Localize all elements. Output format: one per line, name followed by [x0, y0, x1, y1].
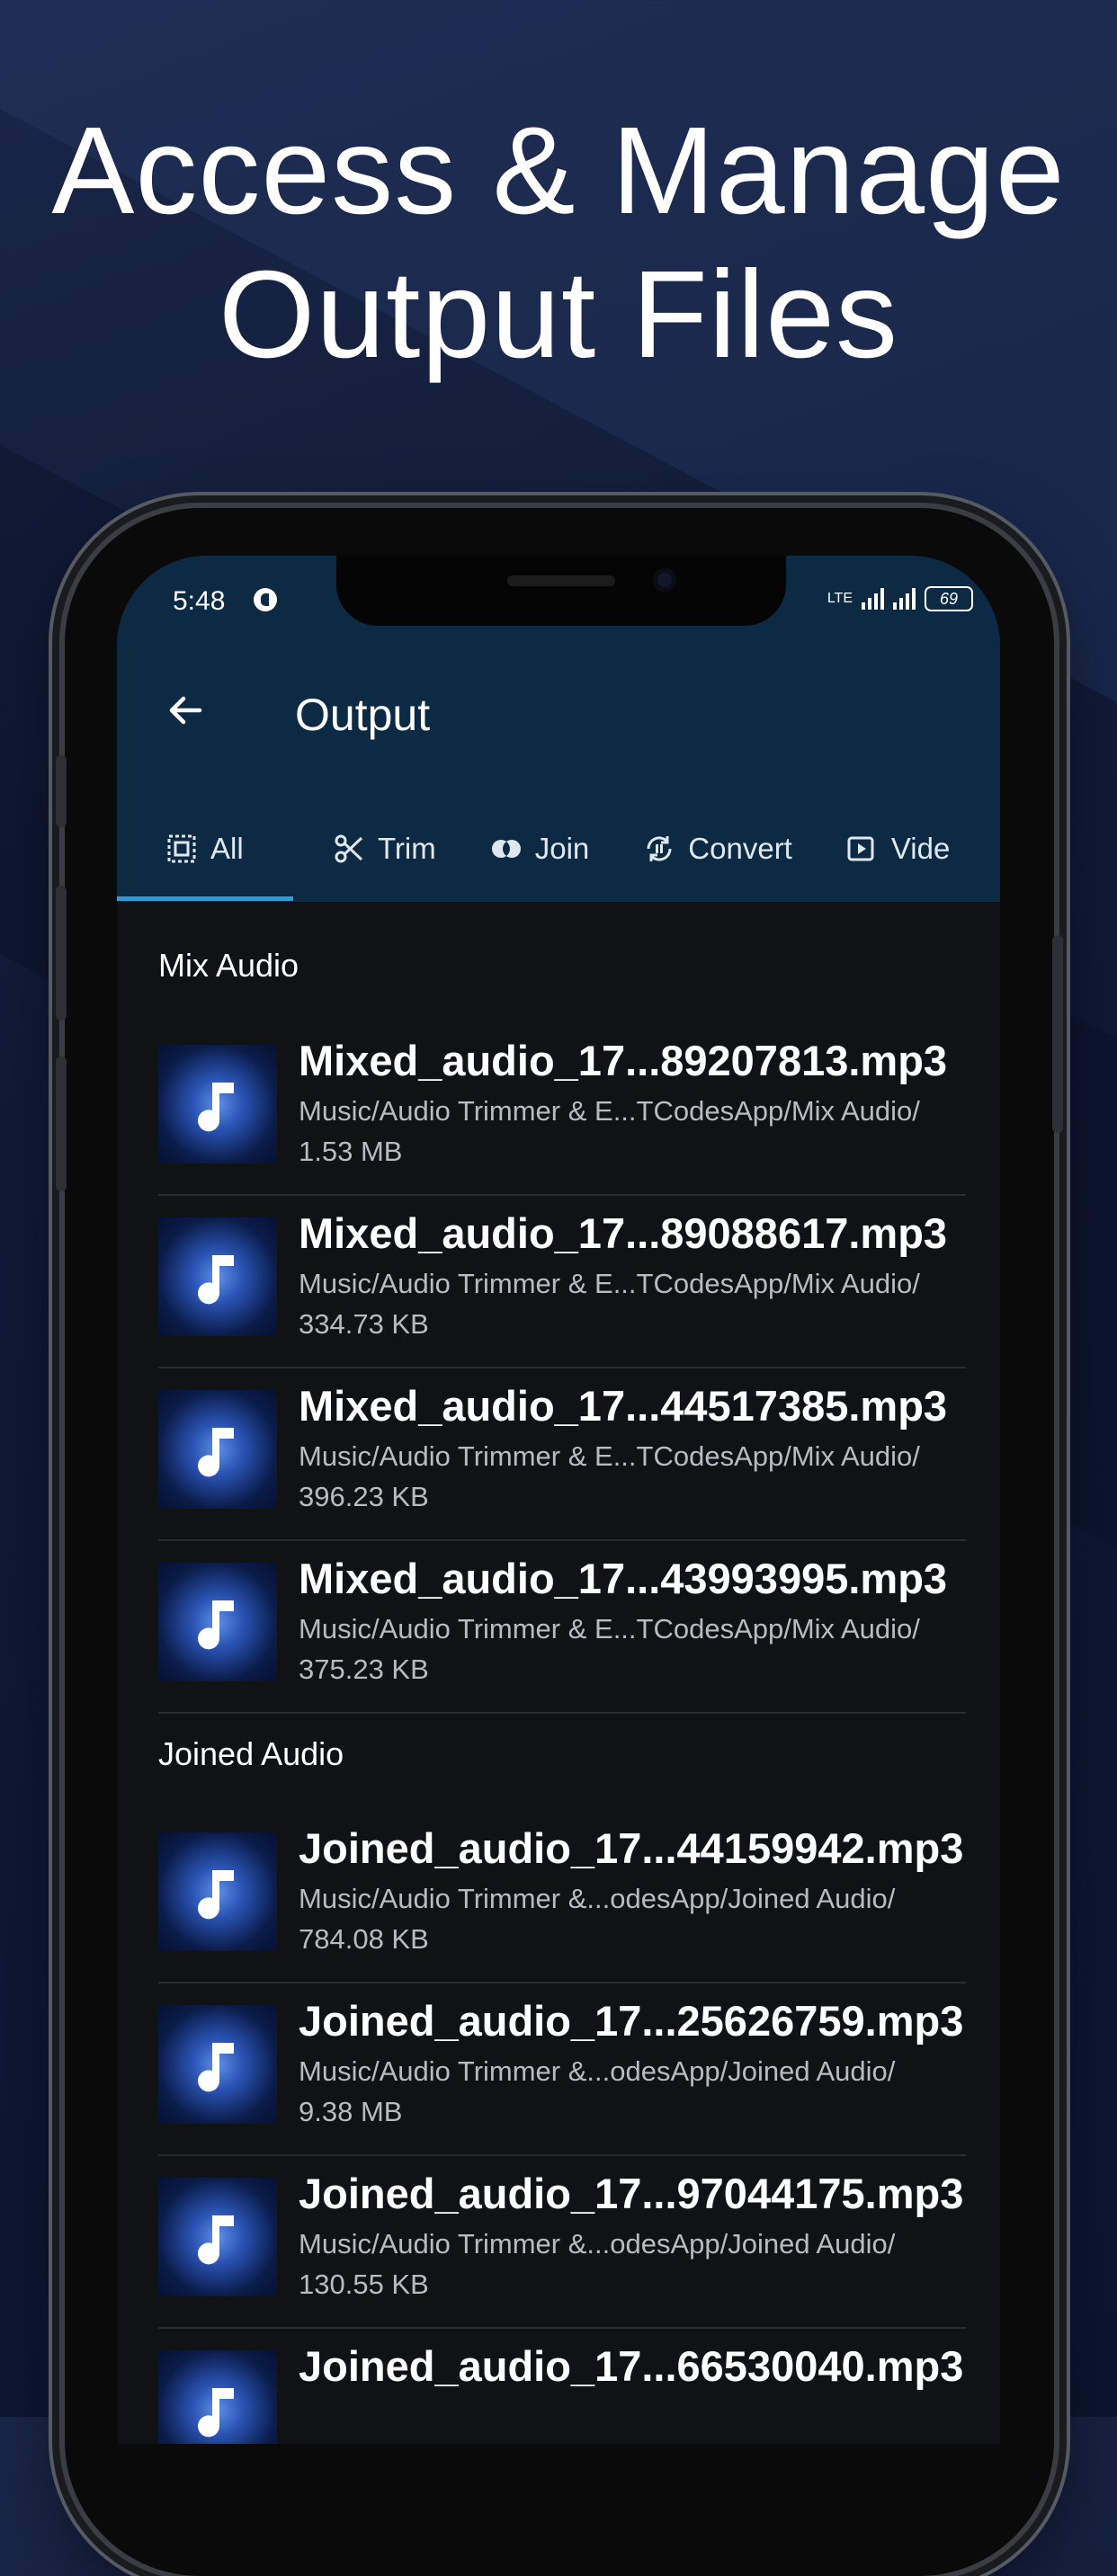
signal-icon — [862, 588, 884, 610]
file-name: Mixed_audio_17...43993995.mp3 — [299, 1555, 948, 1602]
file-size: 1.53 MB — [299, 1136, 403, 1167]
battery-icon: 69 — [925, 586, 973, 611]
music-note-icon — [158, 2178, 277, 2296]
file-list-item[interactable]: Mixed_audio_17...43993995.mp3 Music/Audi… — [158, 1541, 966, 1714]
category-tabs: All Trim Join Convert Vide — [117, 816, 1000, 902]
file-list-item[interactable]: Joined_audio_17...25626759.mp3 Music/Aud… — [158, 1983, 966, 2156]
tab-label: Join — [534, 832, 590, 865]
file-list-item[interactable]: Mixed_audio_17...89207813.mp3 Music/Audi… — [158, 1023, 966, 1196]
file-path: Music/Audio Trimmer & E...TCodesApp/Mix … — [299, 1440, 920, 1472]
speaker-grille — [507, 575, 615, 586]
file-size: 130.55 KB — [299, 2268, 429, 2300]
file-size: 9.38 MB — [299, 2096, 403, 2127]
file-path: Music/Audio Trimmer & E...TCodesApp/Mix … — [299, 1613, 920, 1645]
phone-side-button — [56, 755, 67, 827]
tab-join[interactable]: Join — [436, 816, 590, 881]
phone-volume-up-button — [56, 886, 67, 1021]
phone-volume-down-button — [56, 1056, 67, 1191]
arrow-left-icon[interactable] — [164, 689, 207, 732]
file-name: Mixed_audio_17...89207813.mp3 — [299, 1037, 948, 1084]
file-path: Music/Audio Trimmer &...odesApp/Joined A… — [299, 1883, 896, 1914]
music-note-icon — [158, 2350, 277, 2444]
tab-label: Convert — [688, 832, 792, 865]
phone-notch — [336, 556, 786, 626]
tab-label: Trim — [378, 832, 436, 865]
select-all-icon — [167, 834, 196, 863]
file-size: 375.23 KB — [299, 1653, 429, 1685]
tab-convert[interactable]: Convert — [589, 816, 792, 881]
file-size: 334.73 KB — [299, 1308, 429, 1340]
file-list-item[interactable]: Joined_audio_17...66530040.mp3 — [158, 2329, 966, 2444]
promo-headline: Access & Manage Output Files — [0, 99, 1117, 387]
music-note-icon — [158, 1563, 277, 1681]
file-list-item[interactable]: Joined_audio_17...97044175.mp3 Music/Aud… — [158, 2156, 966, 2329]
file-name: Joined_audio_17...25626759.mp3 — [299, 1997, 964, 2045]
file-path: Music/Audio Trimmer & E...TCodesApp/Mix … — [299, 1268, 920, 1299]
page-title: Output — [295, 690, 431, 740]
section-title-joined-audio: Joined Audio — [158, 1735, 344, 1772]
file-list-item[interactable]: Joined_audio_17...44159942.mp3 Music/Aud… — [158, 1811, 966, 1983]
front-camera — [653, 568, 676, 592]
file-size: 396.23 KB — [299, 1481, 429, 1512]
file-name: Joined_audio_17...97044175.mp3 — [299, 2170, 964, 2217]
scissors-icon — [335, 834, 363, 863]
music-note-icon — [158, 2005, 277, 2124]
status-indicators: LTE 69 — [827, 586, 973, 611]
phone-screen: 5:48 LTE 69 Output All Trim Join Convert… — [117, 556, 1000, 2444]
music-note-icon — [158, 1045, 277, 1163]
tab-video[interactable]: Vide — [792, 816, 950, 881]
convert-icon — [647, 836, 672, 861]
headline-line-2: Output Files — [219, 245, 898, 384]
phone-power-button — [1052, 935, 1063, 1133]
tab-label: Vide — [890, 832, 951, 865]
file-list-item[interactable]: Mixed_audio_17...89088617.mp3 Music/Audi… — [158, 1196, 966, 1368]
tab-all[interactable]: All — [117, 816, 293, 901]
signal-icon — [893, 588, 916, 610]
file-path: Music/Audio Trimmer &...odesApp/Joined A… — [299, 2055, 896, 2087]
network-type: LTE — [827, 591, 853, 606]
file-list-item[interactable]: Mixed_audio_17...44517385.mp3 Music/Audi… — [158, 1368, 966, 1541]
join-circles-icon — [491, 840, 521, 858]
status-time: 5:48 — [173, 586, 226, 616]
section-title-mix-audio: Mix Audio — [158, 947, 299, 984]
file-size: 784.08 KB — [299, 1923, 429, 1955]
file-name: Mixed_audio_17...44517385.mp3 — [299, 1382, 948, 1430]
video-icon — [847, 836, 874, 861]
music-note-icon — [158, 1832, 277, 1951]
music-note-icon — [158, 1390, 277, 1509]
tab-trim[interactable]: Trim — [293, 816, 436, 881]
headline-line-1: Access & Manage — [51, 102, 1066, 240]
file-name: Joined_audio_17...44159942.mp3 — [299, 1824, 964, 1872]
file-name: Joined_audio_17...66530040.mp3 — [299, 2342, 964, 2390]
music-note-icon — [158, 1217, 277, 1336]
tab-label: All — [210, 832, 244, 865]
status-app-icon — [254, 588, 277, 611]
file-name: Mixed_audio_17...89088617.mp3 — [299, 1209, 948, 1257]
file-path: Music/Audio Trimmer & E...TCodesApp/Mix … — [299, 1095, 920, 1127]
file-path: Music/Audio Trimmer &...odesApp/Joined A… — [299, 2228, 896, 2260]
